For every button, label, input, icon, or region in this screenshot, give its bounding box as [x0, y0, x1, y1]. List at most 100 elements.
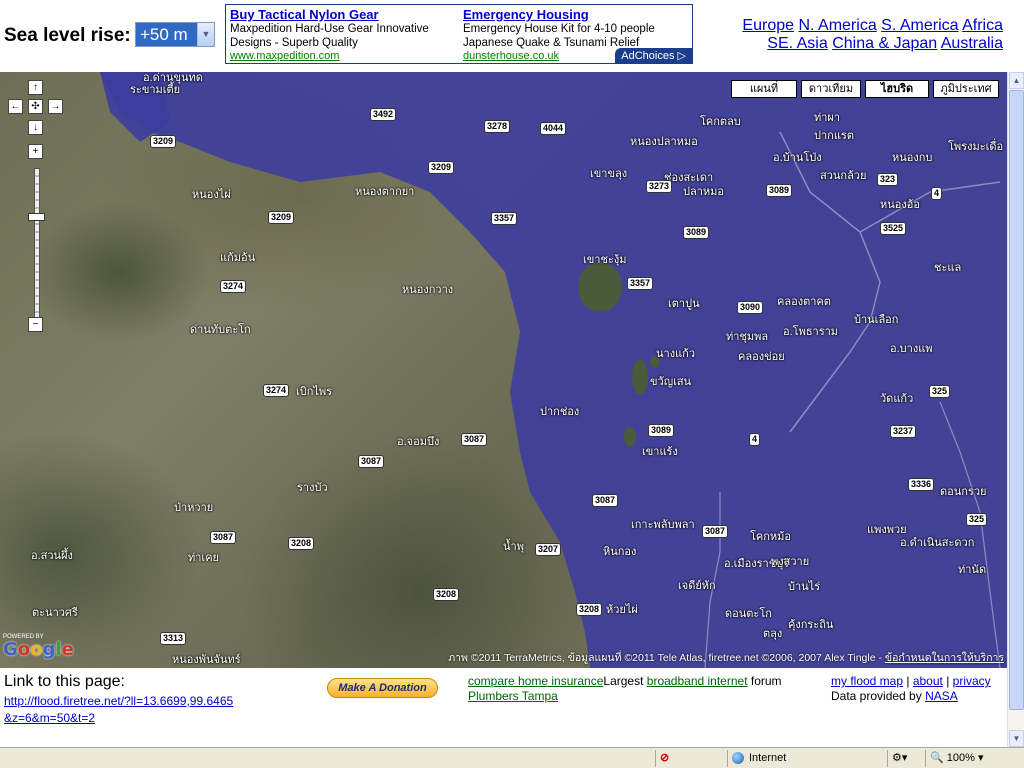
- map-place-label: โพรงมะเดื่อ: [948, 141, 1004, 153]
- pan-right-icon[interactable]: →: [48, 99, 63, 114]
- map-place-label: รางบัว: [297, 482, 328, 494]
- pan-center-icon[interactable]: ✣: [28, 99, 43, 114]
- zoom-slider-thumb[interactable]: [28, 213, 45, 221]
- region-link-se-asia[interactable]: SE. Asia: [767, 35, 827, 52]
- ad-item[interactable]: Buy Tactical Nylon Gear Maxpedition Hard…: [230, 7, 458, 63]
- map-place-label: หนองปลาหมอ: [630, 136, 698, 148]
- zoom-out-icon[interactable]: −: [28, 317, 43, 332]
- region-link-n-america[interactable]: N. America: [798, 17, 876, 34]
- ad-link-insurance[interactable]: compare home insurance: [468, 674, 603, 688]
- pan-up-icon[interactable]: ↑: [28, 80, 43, 95]
- map-place-label: หนองพันจันทร์: [172, 654, 241, 666]
- security-zone: Internet: [727, 750, 887, 767]
- vertical-scrollbar[interactable]: ▲ ▼: [1007, 72, 1024, 747]
- region-link-s-america[interactable]: S. America: [881, 17, 958, 34]
- ad-link-plumbers[interactable]: Plumbers Tampa: [468, 689, 558, 703]
- map-place-label: เตาปูน: [668, 298, 700, 310]
- region-links: Europe N. America S. America Africa SE. …: [723, 17, 1003, 53]
- map-place-label: โคกหม้อ: [750, 531, 792, 543]
- map-place-label: หนองตากยา: [355, 186, 415, 198]
- google-logo[interactable]: Google: [3, 639, 74, 660]
- my-flood-map-link[interactable]: my flood map: [831, 674, 903, 688]
- ad-url[interactable]: www.maxpedition.com: [230, 50, 458, 63]
- zoom-slider-track[interactable]: [34, 168, 40, 320]
- map-place-label: เขาชะงุ้ม: [583, 254, 627, 266]
- flood-overlay: [100, 72, 1007, 668]
- map-place-label: คลองตาคต: [777, 296, 831, 308]
- map-place-label: แก้มอ้น: [220, 252, 256, 264]
- region-link-china-japan[interactable]: China & Japan: [832, 35, 937, 52]
- region-link-europe[interactable]: Europe: [742, 17, 794, 34]
- ad-text: Largest: [603, 674, 644, 688]
- terms-link[interactable]: ข้อกำหนดในการให้บริการ: [885, 652, 1004, 664]
- map-place-label: บ้านไร่: [788, 581, 821, 593]
- map-place-label: หนองไผ่: [192, 189, 231, 201]
- zone-label: Internet: [749, 752, 787, 764]
- map-place-label: สวนกล้วย: [820, 170, 867, 182]
- ad-text: Emergency House Kit for 4-10 people Japa…: [463, 23, 655, 49]
- route-shield: 3274: [263, 384, 290, 397]
- ad-link-broadband[interactable]: broadband internet: [647, 674, 748, 688]
- route-shield: 3089: [766, 184, 793, 197]
- map-place-label: อ.ดำเนินสะดวก: [900, 537, 975, 549]
- map-place-label: บ้านเลือก: [854, 314, 899, 326]
- map-place-label: ด่านทับตะโก: [190, 324, 251, 336]
- link-to-page-label: Link to this page:: [4, 673, 125, 690]
- protected-mode-icon[interactable]: ⚙▾: [887, 750, 925, 767]
- popup-blocked-icon[interactable]: ⊘: [655, 750, 727, 767]
- sea-level-label: Sea level rise:: [4, 25, 131, 46]
- map-place-label: หนองกวาง: [402, 284, 454, 296]
- route-shield: 3209: [268, 211, 295, 224]
- route-shield: 3208: [433, 588, 460, 601]
- map-type-button-selected[interactable]: ไฮบริด: [865, 80, 929, 98]
- adchoices-button[interactable]: AdChoices ▷: [615, 48, 692, 63]
- route-shield: 3336: [908, 478, 935, 491]
- map-place-label: ท่านัด: [958, 564, 987, 576]
- scrollbar-thumb[interactable]: [1009, 90, 1024, 710]
- map-place-label: ห้วยไผ่: [606, 604, 638, 616]
- sea-level-select[interactable]: +50 m ▼: [135, 22, 215, 47]
- about-link[interactable]: about: [913, 674, 943, 688]
- route-shield: 3278: [484, 120, 511, 133]
- scroll-up-icon[interactable]: ▲: [1009, 72, 1024, 89]
- permalink[interactable]: http://flood.firetree.net/?ll=13.6699,99…: [4, 693, 234, 727]
- region-link-australia[interactable]: Australia: [941, 35, 1003, 52]
- ad-title[interactable]: Emergency Housing: [463, 7, 691, 22]
- map-type-button[interactable]: แผนที่: [731, 80, 797, 98]
- map-place-label: อ.โพธาราม: [783, 326, 839, 338]
- zoom-in-icon[interactable]: +: [28, 144, 43, 159]
- route-shield: 3087: [358, 455, 385, 468]
- data-provider-text: Data provided by: [831, 689, 922, 703]
- map-place-label: อ.สวนผึ้ง: [31, 550, 73, 562]
- chevron-down-icon[interactable]: ▼: [197, 23, 214, 46]
- map-place-label: อ.บางแพ: [890, 343, 933, 355]
- pan-left-icon[interactable]: ←: [8, 99, 23, 114]
- map-place-label: ชะแล: [934, 262, 962, 274]
- map-place-label: อ.จอมบึง: [397, 436, 440, 448]
- map-place-label: ขวัญเสน: [650, 376, 692, 388]
- zoom-level: 100%: [946, 752, 975, 764]
- map-place-label: คุ้งกระถิน: [788, 619, 834, 631]
- route-shield: 4: [749, 433, 761, 446]
- route-shield: 3087: [702, 525, 729, 538]
- map-copyright: ภาพ ©2011 TerraMetrics, ข้อมูลแผนที่ ©20…: [448, 649, 1004, 666]
- map-place-label: เจดีย์หัก: [678, 580, 716, 592]
- flood-map[interactable]: อ.ด่านขุนทด ระขามเตี้ย หนองไผ่ หนองตากยา…: [0, 72, 1007, 668]
- nasa-link[interactable]: NASA: [925, 689, 958, 703]
- map-type-button[interactable]: ดาวเทียม: [801, 80, 861, 98]
- donate-button[interactable]: Make A Donation: [327, 678, 438, 698]
- route-shield: 3273: [646, 180, 673, 193]
- map-place-label: พงสวาย: [771, 556, 810, 568]
- map-type-switcher: แผนที่ ดาวเทียม ไฮบริด ภูมิประเทศ: [727, 80, 999, 98]
- scroll-down-icon[interactable]: ▼: [1009, 730, 1024, 747]
- zoom-control[interactable]: 🔍 100% ▾: [925, 750, 1024, 767]
- ad-title[interactable]: Buy Tactical Nylon Gear: [230, 7, 458, 22]
- privacy-link[interactable]: privacy: [953, 674, 991, 688]
- region-link-africa[interactable]: Africa: [962, 17, 1003, 34]
- map-place-label: ปากแรต: [814, 130, 854, 142]
- route-shield: 3237: [890, 425, 917, 438]
- map-type-button[interactable]: ภูมิประเทศ: [933, 80, 999, 98]
- pan-down-icon[interactable]: ↓: [28, 120, 43, 135]
- map-place-label: ดอนกรวย: [940, 486, 987, 498]
- map-place-label: ระขามเตี้ย: [130, 84, 181, 96]
